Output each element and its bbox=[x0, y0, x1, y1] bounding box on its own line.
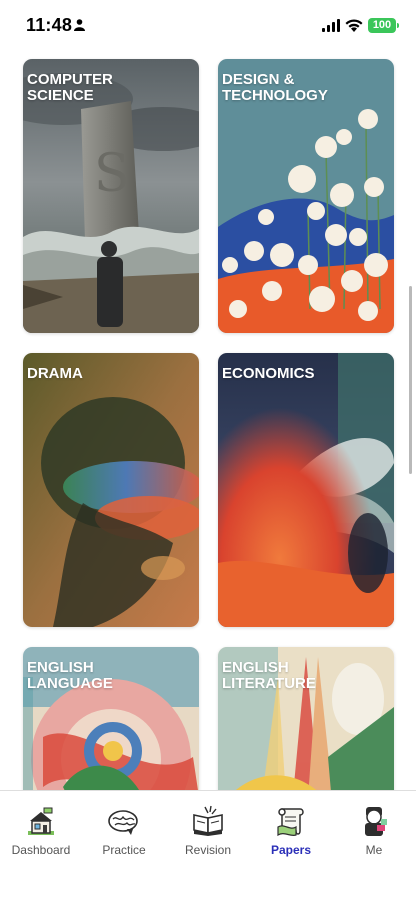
nav-label: Dashboard bbox=[11, 843, 71, 857]
card-title: English Literature bbox=[222, 659, 316, 692]
subject-card-design-technology[interactable]: Design & Technology bbox=[218, 59, 394, 333]
nav-item-me[interactable]: Me bbox=[334, 805, 414, 865]
subject-card-computer-science[interactable]: S Computer Science bbox=[23, 59, 199, 333]
economics-artwork bbox=[218, 353, 394, 627]
card-title: Computer Science bbox=[27, 71, 113, 104]
nav-label: Me bbox=[365, 843, 383, 857]
nav-label: Revision bbox=[184, 843, 232, 857]
battery-tip bbox=[397, 23, 399, 28]
scroll-icon bbox=[277, 808, 304, 837]
bottom-navigation: Dashboard Practice Revision Papers Me bbox=[0, 790, 416, 900]
nav-label: Practice bbox=[102, 843, 146, 857]
subject-card-english-literature[interactable]: English Literature bbox=[218, 647, 394, 790]
card-title: English Language bbox=[27, 659, 113, 692]
book-icon bbox=[193, 805, 223, 836]
cellular-signal-icon bbox=[322, 19, 340, 32]
nav-item-practice[interactable]: Practice bbox=[84, 805, 164, 865]
nav-item-papers[interactable]: Papers bbox=[251, 805, 331, 865]
card-title: Design & Technology bbox=[222, 71, 328, 104]
person-icon bbox=[74, 19, 85, 31]
subject-card-drama[interactable]: Drama bbox=[23, 353, 199, 627]
drama-artwork bbox=[23, 353, 199, 627]
nav-item-dashboard[interactable]: Dashboard bbox=[1, 805, 81, 865]
avatar-icon bbox=[365, 807, 387, 836]
brain-icon bbox=[108, 810, 138, 835]
scroll-indicator[interactable] bbox=[409, 286, 412, 474]
wifi-icon bbox=[345, 19, 363, 32]
nav-label: Papers bbox=[270, 843, 312, 857]
subject-card-english-language[interactable]: English Language bbox=[23, 647, 199, 790]
nav-item-revision[interactable]: Revision bbox=[168, 805, 248, 865]
status-bar: 11:48 100 bbox=[0, 0, 416, 52]
card-title: Economics bbox=[222, 365, 315, 382]
status-time: 11:48 bbox=[26, 15, 73, 35]
battery-indicator: 100 bbox=[368, 18, 396, 33]
house-icon bbox=[28, 807, 54, 835]
svg-text:S: S bbox=[94, 144, 130, 204]
card-title: Drama bbox=[27, 365, 83, 382]
subject-grid[interactable]: S Computer Science bbox=[0, 52, 416, 790]
subject-card-economics[interactable]: Economics bbox=[218, 353, 394, 627]
